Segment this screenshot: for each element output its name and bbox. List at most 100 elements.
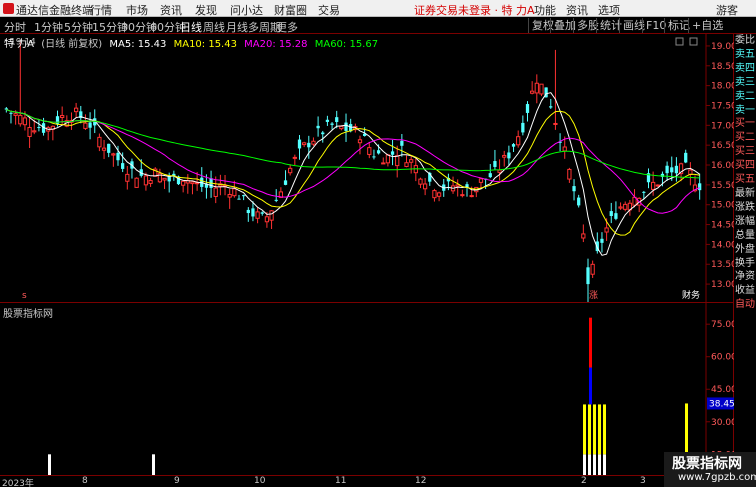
- price-chart-panel[interactable]: 19.00 18.50 18.00 17.50 17.00 16.50 16.00 15.50…: [0, 34, 734, 302]
- indicator-chart[interactable]: 75.0060.0045.0030.0015.0038.45: [0, 303, 734, 476]
- side-item-buy1: 买一: [735, 118, 755, 130]
- side-item-latest: 最新: [735, 187, 755, 199]
- candlestick-chart[interactable]: 19.00 18.50 18.00 17.50 17.00 16.50 16.00 15.50…: [0, 34, 734, 302]
- candle-up: [125, 173, 130, 182]
- candle-down: [674, 165, 679, 174]
- menu-item-info[interactable]: 资讯: [566, 2, 588, 18]
- period-tick[interactable]: 分时: [4, 19, 26, 35]
- candle-up: [651, 181, 656, 190]
- price-tick-label: 15.50: [711, 181, 734, 191]
- candle-up: [311, 140, 316, 145]
- period-weekly[interactable]: 周线: [203, 19, 225, 35]
- menu-item-wealth[interactable]: 财富圈: [274, 2, 307, 18]
- indicator-panel[interactable]: 75.0060.0045.0030.0015.0038.45 股票指标网: [0, 302, 734, 476]
- candle-up: [367, 147, 372, 155]
- period-monthly[interactable]: 月线: [226, 19, 248, 35]
- indicator-title[interactable]: 股票指标网: [3, 305, 53, 320]
- candle-down: [242, 195, 246, 197]
- candle-down: [260, 212, 264, 214]
- menu-item-news[interactable]: 资讯: [160, 2, 182, 18]
- app-logo-icon: [3, 3, 14, 14]
- price-tick-label: 18.50: [711, 62, 734, 72]
- watermark-url: www.7gpzb.com: [678, 472, 756, 483]
- menu-item-ask[interactable]: 问小达: [230, 2, 263, 18]
- side-item-auto[interactable]: 自动: [735, 298, 756, 312]
- menu-item-markets[interactable]: 市场: [126, 2, 148, 18]
- user-label[interactable]: 游客: [716, 2, 738, 18]
- candle-up: [190, 181, 195, 185]
- candle-up: [436, 192, 442, 197]
- candle-down: [4, 108, 8, 110]
- site-watermark: 股票指标网 www.7gpzb.com: [664, 452, 756, 487]
- candle-down: [511, 144, 516, 147]
- candle-up: [302, 142, 307, 146]
- candle-up: [339, 125, 344, 130]
- candle-down: [376, 150, 381, 154]
- indicator-bar: [593, 404, 596, 455]
- price-tick-label: 13.50: [711, 260, 734, 270]
- side-item-weibi: 委比: [735, 35, 755, 46]
- candle-up: [292, 156, 297, 159]
- candle-up: [553, 122, 558, 125]
- f10-button[interactable]: F10: [642, 18, 666, 33]
- indicator-bar: [598, 454, 601, 476]
- close-icon: [689, 37, 698, 46]
- add-watchlist-button[interactable]: +自选: [688, 18, 723, 33]
- x-tick-label: 2023年: [2, 479, 34, 487]
- indicator-bar: [583, 404, 586, 455]
- candle-up: [539, 83, 544, 95]
- candle-down: [167, 176, 171, 182]
- mark-button[interactable]: 标记: [664, 18, 690, 33]
- period-daily[interactable]: 日线: [180, 19, 202, 35]
- menu-item-trade[interactable]: 交易: [318, 2, 340, 18]
- candle-down: [507, 152, 511, 159]
- login-notice[interactable]: 证券交易未登录 · 特 力A: [414, 2, 535, 18]
- price-tick-label: 16.00: [711, 161, 734, 171]
- ma10-line: [6, 109, 700, 236]
- side-item-sell3: 卖三: [735, 76, 755, 88]
- candle-down: [274, 199, 278, 201]
- price-tick-label: 18.00: [711, 82, 734, 92]
- x-tick-label: 8: [82, 476, 88, 486]
- x-tick-label: 11: [335, 476, 347, 486]
- side-item-sell2: 卖二: [735, 90, 755, 102]
- indicator-bar: [603, 404, 606, 455]
- candle-up: [655, 184, 660, 187]
- period-1min[interactable]: 1分钟: [34, 19, 63, 35]
- menu-item-discover[interactable]: 发现: [195, 2, 217, 18]
- candle-up: [143, 175, 149, 186]
- price-tick-label: 19.00: [711, 42, 734, 52]
- indicator-bar: [598, 404, 601, 455]
- side-item-netasset: 净资: [735, 271, 755, 283]
- candle-down: [330, 123, 334, 125]
- indicator-bar: [583, 454, 586, 476]
- side-item-buy3: 买三: [735, 146, 755, 158]
- candle-down: [390, 151, 395, 155]
- indicator-bar: [685, 403, 688, 455]
- legend-ma5: MA5: 15.43: [109, 39, 167, 50]
- menu-item-functions[interactable]: 功能: [534, 2, 556, 18]
- candle-down: [335, 117, 339, 122]
- candle-down: [614, 213, 618, 219]
- price-tick-label: 16.50: [711, 141, 734, 151]
- candle-up: [255, 211, 260, 219]
- candle-down: [521, 122, 525, 133]
- menu-item-options[interactable]: 选项: [598, 2, 620, 18]
- period-more[interactable]: 更多: [276, 19, 298, 35]
- indicator-bars: [48, 317, 688, 476]
- candle-down: [88, 122, 92, 128]
- candle-down: [577, 197, 581, 206]
- quote-side-panel: 委比 卖五 卖四 卖三 卖二 卖一 买一 买二 买三 买四 买五 最新 涨跌 涨…: [735, 34, 756, 324]
- period-5min[interactable]: 5分钟: [64, 19, 93, 35]
- candle-up: [162, 177, 167, 181]
- candle-down: [549, 106, 553, 108]
- side-item-change-pct: 涨幅: [735, 215, 755, 227]
- menu-item-market[interactable]: 行情: [90, 2, 112, 18]
- indicator-bar: [589, 317, 592, 368]
- candle-down: [572, 186, 576, 192]
- side-item-turnover: 换手: [735, 257, 755, 269]
- candle-up: [590, 263, 595, 275]
- candle-down: [493, 161, 497, 167]
- side-item-change: 涨跌: [735, 201, 755, 213]
- candle-up: [22, 117, 28, 126]
